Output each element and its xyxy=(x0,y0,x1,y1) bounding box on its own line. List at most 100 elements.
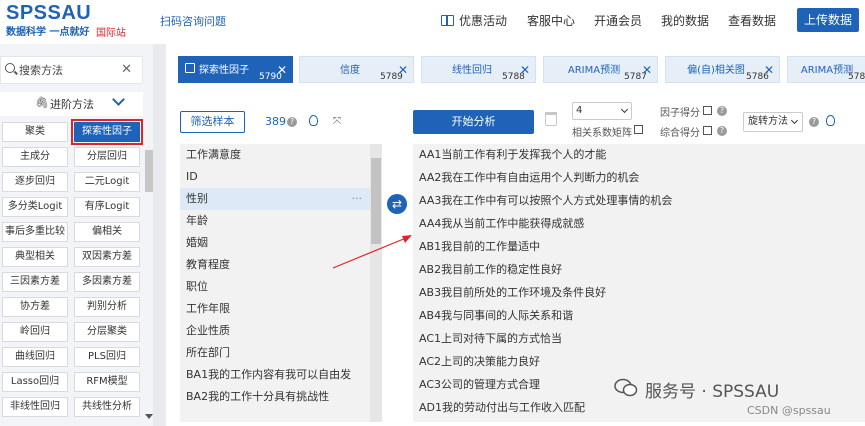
help-icon[interactable]: ? xyxy=(287,117,297,127)
trash-icon[interactable] xyxy=(545,112,557,126)
method-button[interactable]: 分层回归 xyxy=(74,147,140,167)
analysis-item[interactable]: AB4我与同事间的人际关系和谐 xyxy=(413,305,853,327)
method-button[interactable]: 多分类Logit xyxy=(2,197,68,217)
help-icon[interactable]: ? xyxy=(717,126,727,136)
variable-item[interactable]: BA1我的工作内容有我可以自由发 xyxy=(180,364,370,386)
method-button[interactable]: 判别分析 xyxy=(74,297,140,317)
upload-data-button[interactable]: 上传数据 xyxy=(797,8,859,32)
rotation-method-select[interactable]: 旋转方法 xyxy=(743,112,803,132)
method-button[interactable]: 岭回归 xyxy=(2,322,68,342)
method-button[interactable]: PLS回归 xyxy=(74,347,140,367)
variable-item[interactable]: 职位 xyxy=(180,276,370,298)
variable-item[interactable]: BA2我的工作十分具有挑战性 xyxy=(180,386,370,408)
more-icon[interactable]: ··· xyxy=(352,188,363,210)
analysis-item[interactable]: AB2我目前工作的稳定性良好 xyxy=(413,259,853,281)
tab[interactable]: 信度 5789 ✕ xyxy=(299,56,414,83)
close-icon[interactable]: ✕ xyxy=(642,63,652,77)
method-button[interactable]: 聚类 xyxy=(2,122,68,142)
method-button[interactable]: 协方差 xyxy=(2,297,68,317)
corr-matrix-checkbox[interactable] xyxy=(634,125,643,134)
start-analysis-button[interactable]: 开始分析 xyxy=(413,110,534,134)
analysis-item[interactable]: AA4我从当前工作中能获得成就感 xyxy=(413,213,853,235)
analysis-item[interactable]: AA2我在工作中有自由运用个人判断力的机会 xyxy=(413,167,853,189)
method-button-active[interactable]: 探索性因子 xyxy=(71,119,143,145)
close-icon[interactable]: ✕ xyxy=(398,63,408,77)
factor-count-select[interactable]: 4 xyxy=(572,102,632,120)
method-button[interactable]: 事后多重比较 xyxy=(2,222,68,242)
analysis-item[interactable]: AC2上司的决策能力良好 xyxy=(413,351,853,373)
method-button[interactable]: Lasso回归 xyxy=(2,372,68,392)
nav-customer-service[interactable]: 客服中心 xyxy=(527,12,575,29)
help-icon[interactable]: ? xyxy=(809,117,819,127)
filter-samples-button[interactable]: 筛选样本 xyxy=(180,111,245,133)
analysis-item[interactable]: AA3我在工作中有可以按照个人方式处理事情的机会 xyxy=(413,190,853,212)
swap-arrows-icon[interactable]: ⇄ xyxy=(387,194,407,214)
method-button[interactable]: 双因素方差 xyxy=(74,247,140,267)
tab-active[interactable]: 探索性因子 5790 ✕ xyxy=(178,56,293,83)
logo[interactable]: SPSSAU xyxy=(6,2,91,25)
search-icon xyxy=(5,63,15,73)
close-icon[interactable]: ✕ xyxy=(277,63,287,77)
method-button[interactable]: RFM模型 xyxy=(74,372,140,392)
variable-item[interactable]: 企业性质 xyxy=(180,320,370,342)
scroll-down-icon[interactable] xyxy=(145,414,153,419)
method-button[interactable]: 分层聚类 xyxy=(74,322,140,342)
analysis-item[interactable]: AB1我目前的工作量适中 xyxy=(413,236,853,258)
chevron-down-icon xyxy=(790,116,799,125)
gift-icon xyxy=(441,15,454,26)
analysis-item[interactable]: AB3我目前所处的工作环境及条件良好 xyxy=(413,282,853,304)
variable-item[interactable]: 婚姻 xyxy=(180,232,370,254)
factor-score-checkbox[interactable] xyxy=(703,106,712,115)
composite-score-checkbox[interactable] xyxy=(703,126,712,135)
method-button[interactable]: 三因素方差 xyxy=(2,272,68,292)
clear-icon[interactable]: ✕ xyxy=(121,62,132,77)
nav-my-data[interactable]: 我的数据 xyxy=(661,12,709,29)
sidebar-scrollbar[interactable] xyxy=(145,150,153,192)
method-button[interactable]: 共线性分析 xyxy=(74,397,140,417)
method-button[interactable]: 有序Logit xyxy=(74,197,140,217)
method-search-input[interactable] xyxy=(19,61,119,79)
tab-label: 探索性因子 xyxy=(199,65,249,76)
nav-view-data[interactable]: 查看数据 xyxy=(728,12,776,29)
method-button[interactable]: 逐步回归 xyxy=(2,172,68,192)
paperclip-icon: 🖇 xyxy=(35,96,49,109)
help-icon[interactable]: ? xyxy=(717,106,727,116)
method-button[interactable]: 非线性回归 xyxy=(2,397,68,417)
lightbulb-icon[interactable] xyxy=(826,115,835,126)
tab[interactable]: 线性回归 5788 ✕ xyxy=(421,56,536,83)
factor-score-label: 因子得分 xyxy=(660,108,700,119)
variable-list: 工作满意度 ID 性别 ··· 年龄 婚姻 教育程度 职位 工作年限 企业性质 所… xyxy=(180,144,370,422)
lightbulb-icon[interactable] xyxy=(309,115,318,126)
tab[interactable]: 偏(自)相关图 5786 ✕ xyxy=(665,56,780,83)
method-search: ✕ xyxy=(0,56,143,84)
variable-item[interactable]: ID xyxy=(180,166,370,188)
close-icon[interactable]: ✕ xyxy=(520,63,530,77)
variable-item[interactable]: 所在部门 xyxy=(180,342,370,364)
expand-icon[interactable]: ⤧ xyxy=(333,116,341,127)
analysis-tabs: 探索性因子 5790 ✕ 信度 5789 ✕ 线性回归 5788 ✕ ARIMA… xyxy=(166,56,865,84)
intl-site-link[interactable]: 国际站 xyxy=(96,24,126,39)
variable-item[interactable]: 工作满意度 xyxy=(180,144,370,166)
csdn-watermark: CSDN @spssau xyxy=(747,404,831,417)
scan-consult-link[interactable]: 扫码咨询问题 xyxy=(160,13,226,29)
analysis-item[interactable]: AC1上司对待下属的方式恰当 xyxy=(413,328,853,350)
nav-promotions[interactable]: 优惠活动 xyxy=(441,12,507,29)
tab[interactable]: ARIMA预测 5785 xyxy=(787,56,865,83)
method-button[interactable]: 曲线回归 xyxy=(2,347,68,367)
advanced-methods-toggle[interactable]: 🖇 进阶方法 xyxy=(0,92,143,116)
method-button[interactable]: 主成分 xyxy=(2,147,68,167)
tab[interactable]: ARIMA预测 5787 ✕ xyxy=(543,56,658,83)
variable-scroll-thumb[interactable] xyxy=(371,158,381,244)
method-button[interactable]: 二元Logit xyxy=(74,172,140,192)
nav-membership[interactable]: 开通会员 xyxy=(594,12,642,29)
variable-item[interactable]: 年龄 xyxy=(180,210,370,232)
variable-item[interactable]: 教育程度 xyxy=(180,254,370,276)
analysis-item[interactable]: AA1当前工作有利于发挥我个人的才能 xyxy=(413,144,853,166)
factor-count-value: 4 xyxy=(576,105,583,116)
method-button[interactable]: 多因素方差 xyxy=(74,272,140,292)
method-button[interactable]: 典型相关 xyxy=(2,247,68,267)
method-button[interactable]: 偏相关 xyxy=(74,222,140,242)
close-icon[interactable]: ✕ xyxy=(764,63,774,77)
variable-item[interactable]: 工作年限 xyxy=(180,298,370,320)
variable-item-selected[interactable]: 性别 ··· xyxy=(180,188,370,210)
